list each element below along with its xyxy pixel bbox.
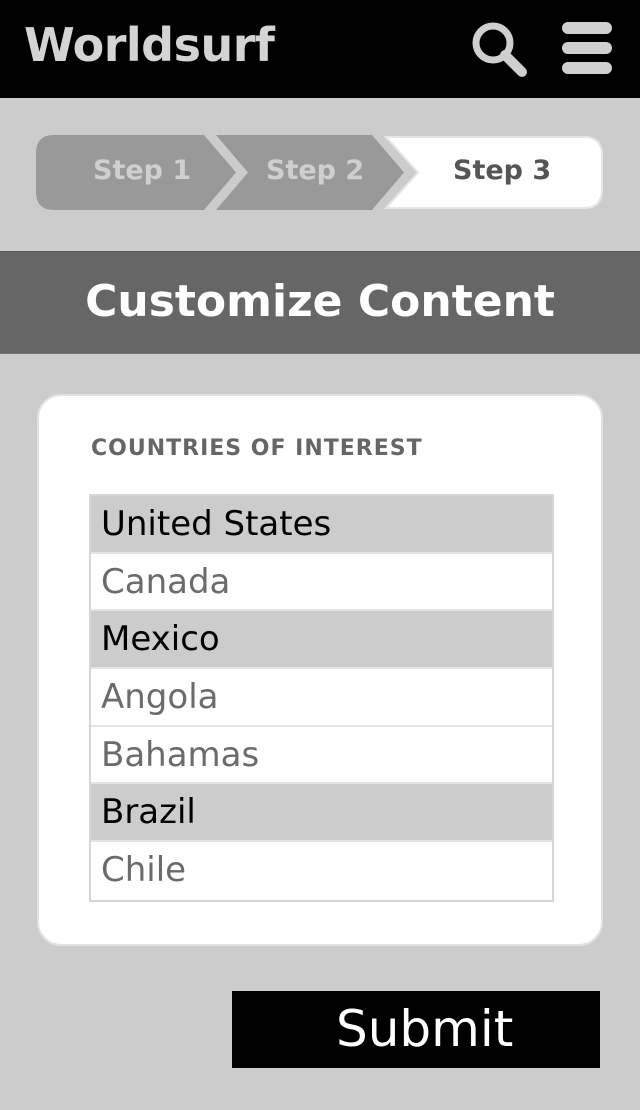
list-item-mexico[interactable]: Mexico [91,611,552,670]
list-item-chile[interactable]: Chile [91,842,552,900]
countries-field-label: COUNTRIES OF INTEREST [91,436,423,461]
list-item-bahamas[interactable]: Bahamas [91,726,552,785]
page-title: Customize Content [85,276,555,327]
app-title: Worldsurf [24,18,275,72]
step-2-label[interactable]: Step 2 [266,155,364,186]
search-icon [472,22,527,77]
list-item-angola[interactable]: Angola [91,669,552,727]
submit-button[interactable]: Submit [232,991,600,1068]
step-progress-indicator: Step 1 Step 2 Step 3 [36,135,604,210]
list-item-brazil[interactable]: Brazil [91,784,552,843]
top-app-bar: Worldsurf [0,0,640,98]
step-1-label[interactable]: Step 1 [93,155,191,186]
section-header: Customize Content [0,251,640,354]
step-3-label[interactable]: Step 3 [453,155,551,186]
form-card: COUNTRIES OF INTEREST United States Cana… [37,394,603,946]
search-button[interactable] [470,20,528,78]
countries-list: United States Canada Mexico Angola Baham… [89,494,554,902]
list-item-united-states[interactable]: United States [91,496,552,554]
list-item-canada[interactable]: Canada [91,553,552,612]
menu-button[interactable] [560,22,614,74]
